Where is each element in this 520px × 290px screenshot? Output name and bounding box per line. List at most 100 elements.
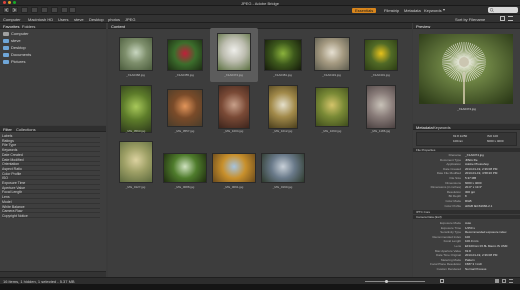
rotate-right-button[interactable] xyxy=(69,7,76,13)
filter-row[interactable]: Color Profile xyxy=(2,172,100,176)
breadcrumb-macintosh-hd[interactable]: Macintosh HD xyxy=(28,17,53,22)
thumbnail[interactable]: _X1A0368.jpg xyxy=(113,29,157,81)
workspace-metadata[interactable]: Metadata xyxy=(404,8,421,13)
filter-row[interactable]: Aspect Ratio xyxy=(2,167,100,171)
metadata-value: RGB xyxy=(465,199,472,203)
thumbnail[interactable]: _MG_0563.jpg xyxy=(113,85,157,137)
metadata-row: Date Created 2013-01-19, 2:36:08 PM xyxy=(415,167,517,171)
filter-row[interactable]: Lens xyxy=(2,195,100,200)
thumbnail-size-slider[interactable] xyxy=(365,279,425,283)
workspace-filmstrip[interactable]: Filmstrip xyxy=(384,8,399,13)
thumbnail[interactable]: _MG_1093.jpg xyxy=(309,85,353,137)
favorite-steve[interactable]: steve xyxy=(3,38,21,44)
filter-row[interactable]: Camera Raw xyxy=(2,209,100,214)
thumbnail[interactable]: _MG_0127.jpg xyxy=(113,141,157,193)
grid-lock-icon[interactable] xyxy=(440,279,444,283)
preview-image[interactable] xyxy=(419,34,513,104)
filter-row[interactable]: Focal Length xyxy=(2,190,100,195)
workspace-keywords[interactable]: Keywords xyxy=(424,8,442,13)
breadcrumb-desktop[interactable]: Desktop xyxy=(89,17,104,22)
section-camera-data[interactable]: Camera Data (Exif) xyxy=(413,215,520,219)
tab-folders[interactable]: Folders xyxy=(22,24,35,29)
tab-favorites[interactable]: Favorites xyxy=(3,24,19,29)
favorite-desktop[interactable]: Desktop xyxy=(3,45,26,51)
view-list-mode-icon[interactable] xyxy=(509,279,513,283)
metadata-value: 20.0" x 13.3" xyxy=(465,185,482,190)
filter-row[interactable]: Date Modified xyxy=(2,158,100,162)
thumbnail-caption: _MG_0127.jpg xyxy=(125,185,146,189)
recent-folder-button[interactable] xyxy=(21,7,28,13)
tab-preview[interactable]: Preview xyxy=(416,24,430,29)
thumbnail[interactable]: _MG_1186.jpg xyxy=(358,85,402,137)
section-iptc-label: IPTC Core xyxy=(416,210,431,214)
favorite-pictures[interactable]: Pictures xyxy=(3,59,25,65)
view-grid-icon[interactable] xyxy=(500,16,505,21)
metadata-key: Date File Modified xyxy=(436,171,461,176)
filter-row[interactable]: Keywords xyxy=(2,148,100,153)
view-list-icon[interactable] xyxy=(508,16,513,21)
view-thumbnails-icon[interactable] xyxy=(495,279,499,283)
filter-row[interactable]: Model xyxy=(2,200,100,204)
metadata-key: Document Type xyxy=(440,157,461,162)
tab-keywords[interactable]: Keywords xyxy=(433,125,451,130)
status-bar: 16 items, 1 hidden, 1 selected - 5.37 MB xyxy=(0,277,520,284)
sort-menu[interactable]: Sort by Filename xyxy=(455,17,485,22)
thumbnail[interactable]: _X1A0374.jpg xyxy=(211,29,255,81)
tab-collections[interactable]: Collections xyxy=(16,127,36,132)
breadcrumb-users[interactable]: Users xyxy=(58,17,68,22)
filter-row[interactable]: Copyright Notice xyxy=(2,214,100,218)
rotate-left-button[interactable] xyxy=(61,7,68,13)
breadcrumb-jpeg[interactable]: JPEG xyxy=(125,17,135,22)
metadata-value: EF100mm f/2.8L Macro IS USM xyxy=(465,244,508,248)
section-iptc-core[interactable]: IPTC Core xyxy=(413,210,520,214)
breadcrumb-steve[interactable]: steve xyxy=(74,17,84,22)
metadata-key: Resolution xyxy=(446,189,461,194)
filter-row[interactable]: Date Created xyxy=(2,153,100,157)
thumbnail[interactable]: _X1A0355.jpg xyxy=(162,29,206,81)
workspace-menu-chevron-icon[interactable]: ▾ xyxy=(443,7,445,12)
metadata-row: Dimensions (in inches) 20.0" x 13.3" xyxy=(415,185,517,189)
filter-row[interactable]: File Type xyxy=(2,143,100,148)
filter-row[interactable]: Exposure Time xyxy=(2,181,100,185)
metadata-value: 1/250 s xyxy=(465,225,475,230)
filter-row[interactable]: Orientation xyxy=(2,162,100,167)
metadata-value: JPEG file xyxy=(465,157,478,162)
back-button[interactable] xyxy=(3,7,10,13)
breadcrumb-computer[interactable]: Computer xyxy=(3,17,21,22)
thumbnail[interactable]: _MG_1012.jpg xyxy=(260,85,304,137)
breadcrumb-photos[interactable]: photos xyxy=(108,17,120,22)
filter-row[interactable]: Aperture Value xyxy=(2,186,100,190)
section-file-properties[interactable]: File Properties xyxy=(413,148,520,152)
metadata-key: Color Mode xyxy=(445,199,461,203)
filter-row[interactable]: Labels xyxy=(2,134,100,138)
refine-button[interactable] xyxy=(41,7,48,13)
favorite-computer[interactable]: Computer xyxy=(3,31,29,37)
metadata-row: Application Adobe Photoshop xyxy=(415,162,517,166)
thumbnail-image xyxy=(162,153,207,183)
thumbnail[interactable]: _MG_0091.jpg xyxy=(211,141,256,193)
slider-knob[interactable] xyxy=(385,279,388,283)
metadata-row: Metering Mode Pattern xyxy=(415,258,517,262)
open-in-camera-raw-button[interactable] xyxy=(51,7,58,13)
search-input[interactable] xyxy=(488,7,518,13)
metadata-key: Filename xyxy=(448,153,461,157)
favorite-documents[interactable]: Documents xyxy=(3,52,31,58)
view-details-icon[interactable] xyxy=(502,279,506,283)
thumbnail-image xyxy=(263,39,302,71)
thumbnail[interactable]: _X1A0381.jpg xyxy=(260,29,304,81)
filter-row[interactable]: White Balance xyxy=(2,205,100,209)
thumbnail[interactable]: _MG_0190.jpg xyxy=(260,141,305,193)
filter-row[interactable]: ISO xyxy=(2,176,100,181)
thumbnail[interactable]: _MG_1004.jpg xyxy=(211,85,255,137)
workspace-essentials[interactable]: Essentials xyxy=(352,8,377,13)
tab-filter[interactable]: Filter xyxy=(3,127,12,132)
tab-metadata[interactable]: Metadata xyxy=(416,125,433,130)
thumbnail-image xyxy=(118,141,153,183)
thumbnail[interactable]: _MG_0088.jpg xyxy=(162,141,207,193)
thumbnail[interactable]: _MG_0557.jpg xyxy=(162,85,206,137)
forward-button[interactable] xyxy=(11,7,18,13)
thumbnail[interactable]: _X1A0401.jpg xyxy=(358,29,402,81)
thumbnail[interactable]: _X1A0419.jpg xyxy=(309,29,353,81)
get-photos-button[interactable] xyxy=(31,7,38,13)
filter-row[interactable]: Ratings xyxy=(2,139,100,143)
